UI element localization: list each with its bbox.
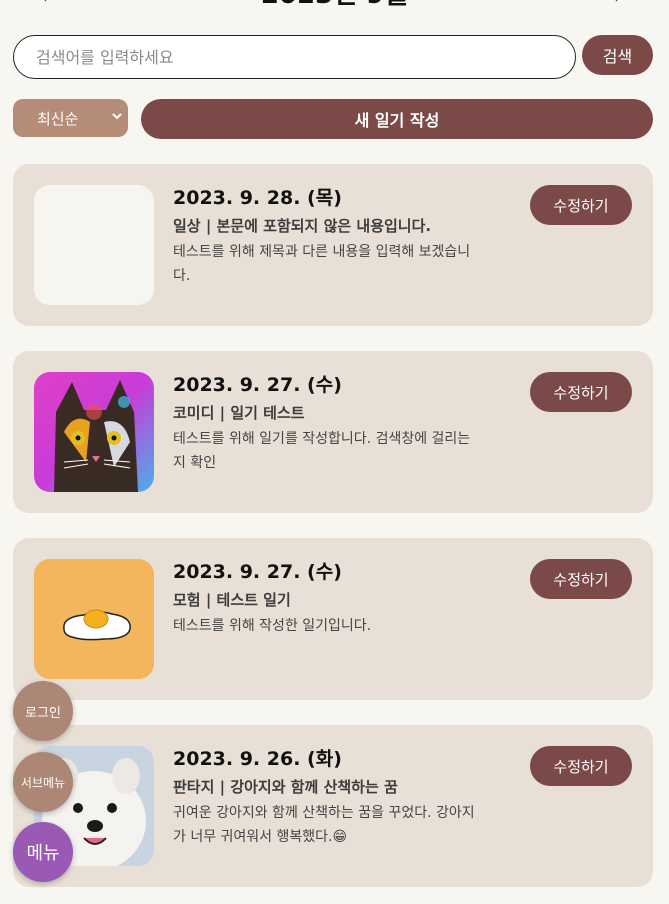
- edit-button[interactable]: 수정하기: [530, 185, 632, 225]
- month-title: 2023년 9월: [0, 0, 669, 12]
- submenu-fab-button[interactable]: 서브메뉴: [13, 752, 73, 812]
- chevron-down-icon: [112, 109, 122, 126]
- search-button[interactable]: 검색: [582, 35, 653, 75]
- diary-date: 2023. 9. 26. (화): [173, 748, 342, 770]
- diary-body: 테스트를 위해 일기를 작성합니다. 검색창에 걸리는지 확인: [173, 431, 471, 471]
- diary-body: 테스트를 위해 제목과 다른 내용을 입력해 보겠습니다.: [173, 244, 471, 284]
- diary-date: 2023. 9. 27. (수): [173, 561, 342, 583]
- diary-thumbnail-cat: [34, 372, 154, 492]
- new-diary-button[interactable]: 새 일기 작성: [141, 99, 653, 139]
- diary-title: 일상 | 본문에 포함되지 않은 내용입니다.: [173, 217, 432, 235]
- edit-button[interactable]: 수정하기: [530, 559, 632, 599]
- login-fab-button[interactable]: 로그인: [13, 681, 73, 741]
- next-month-button[interactable]: ›: [614, 0, 622, 8]
- diary-body: 테스트를 위해 작성한 일기입니다.: [173, 618, 372, 634]
- diary-date: 2023. 9. 27. (수): [173, 374, 342, 396]
- diary-title: 판타지 | 강아지와 함께 산책하는 꿈: [173, 778, 398, 796]
- edit-button[interactable]: 수정하기: [530, 746, 632, 786]
- diary-card[interactable]: 2023. 9. 26. (화) 판타지 | 강아지와 함께 산책하는 꿈 귀여…: [13, 725, 653, 887]
- menu-fab-button[interactable]: 메뉴: [13, 822, 73, 882]
- search-bar: 검색: [13, 35, 653, 79]
- sort-selected-label: 최신순: [37, 109, 79, 128]
- diary-card[interactable]: 2023. 9. 28. (목) 일상 | 본문에 포함되지 않은 내용입니다.…: [13, 164, 653, 326]
- diary-thumbnail-egg: [34, 559, 154, 679]
- search-input[interactable]: [13, 35, 576, 79]
- diary-card[interactable]: 2023. 9. 27. (수) 모험 | 테스트 일기 테스트를 위해 작성한…: [13, 538, 653, 700]
- controls-row: 최신순 새 일기 작성: [13, 99, 653, 139]
- diary-thumbnail-blank: [34, 185, 154, 305]
- sort-select[interactable]: 최신순: [13, 99, 128, 137]
- diary-title: 코미디 | 일기 테스트: [173, 404, 305, 422]
- diary-body: 귀여운 강아지와 함께 산책하는 꿈을 꾸었다. 강아지가 너무 귀여워서 행복…: [173, 805, 475, 845]
- edit-button[interactable]: 수정하기: [530, 372, 632, 412]
- diary-date: 2023. 9. 28. (목): [173, 187, 342, 209]
- diary-title: 모험 | 테스트 일기: [173, 591, 291, 609]
- diary-card[interactable]: 2023. 9. 27. (수) 코미디 | 일기 테스트 테스트를 위해 일기…: [13, 351, 653, 513]
